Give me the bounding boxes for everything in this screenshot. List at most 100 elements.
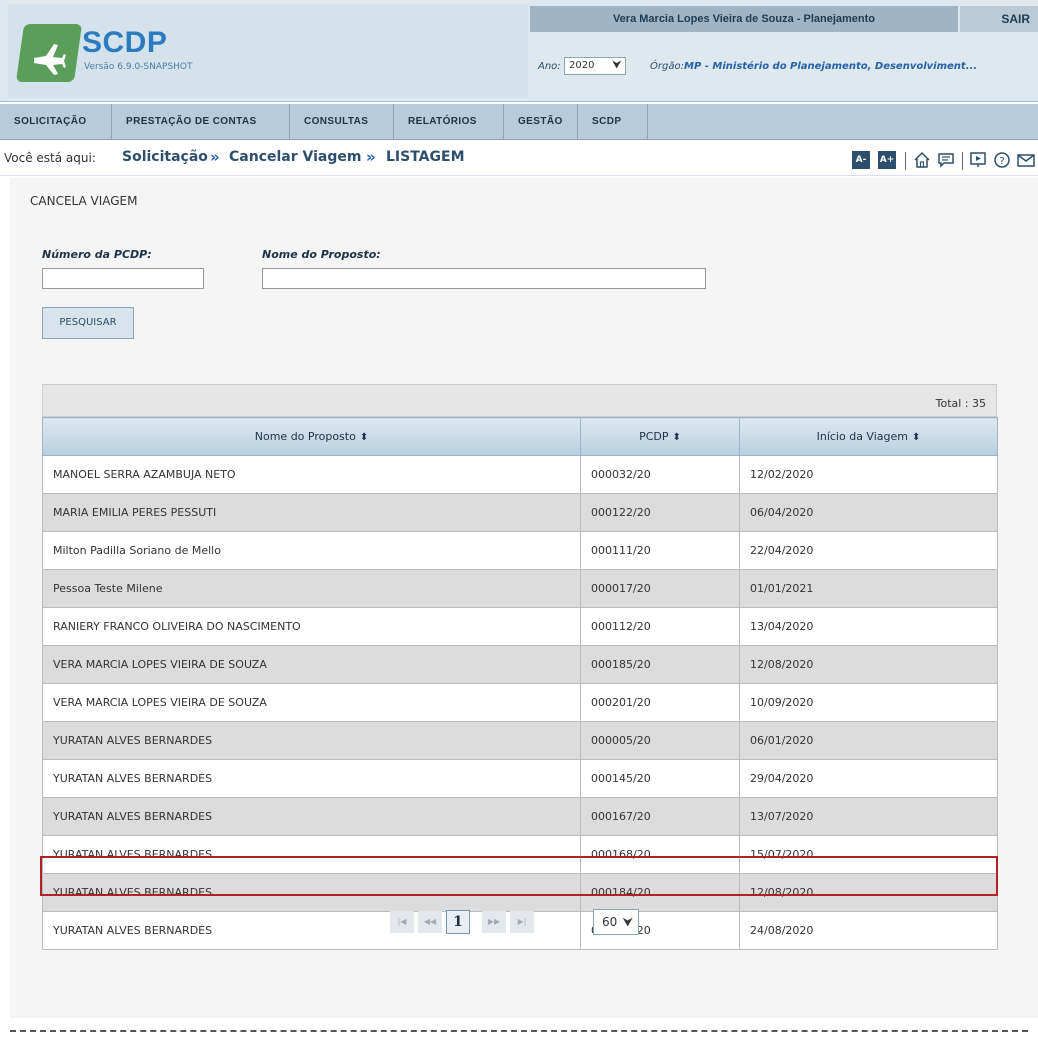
cell-inicio[interactable]: 13/07/2020 xyxy=(739,797,998,836)
mail-icon[interactable] xyxy=(1016,150,1036,170)
table-row[interactable]: MANOEL SERRA AZAMBUJA NETO 000032/20 12/02… xyxy=(42,455,998,494)
cell-inicio[interactable]: 13/04/2020 xyxy=(739,607,998,646)
cell-pcdp[interactable]: 000032/20 xyxy=(580,455,740,494)
cell-nome[interactable]: YURATAN ALVES BERNARDES xyxy=(42,721,581,760)
table-row[interactable]: RANIERY FRANCO OLIVEIRA DO NASCIMENTO 000… xyxy=(42,607,998,646)
page-size-select[interactable]: 60 ⮟ xyxy=(593,909,639,935)
chat-icon[interactable] xyxy=(936,150,956,170)
breadcrumb: Você está aqui: Solicitação » Cancelar V… xyxy=(0,142,1038,176)
pcdp-label: Número da PCDP: xyxy=(42,248,152,261)
cell-inicio[interactable]: 01/01/2021 xyxy=(739,569,998,608)
presentation-icon[interactable] xyxy=(968,150,988,170)
breadcrumb-listagem: LISTAGEM xyxy=(386,149,465,165)
current-page[interactable]: 1 xyxy=(446,910,470,934)
table-row[interactable]: YURATAN ALVES BERNARDES 000184/20 12/08/20… xyxy=(42,873,998,912)
cell-nome[interactable]: YURATAN ALVES BERNARDES xyxy=(42,759,581,798)
nav-item-gestao[interactable]: GESTÃO xyxy=(504,104,578,140)
cell-inicio[interactable]: 10/09/2020 xyxy=(739,683,998,722)
breadcrumb-cancelar-viagem[interactable]: Cancelar Viagem xyxy=(229,149,361,165)
sort-icon: ⬍ xyxy=(911,432,921,443)
cell-pcdp[interactable]: 000017/20 xyxy=(580,569,740,608)
first-page-icon[interactable]: |◀ xyxy=(390,911,414,933)
total-count: Total : 35 xyxy=(42,384,997,417)
main-content: CANCELA VIAGEM Número da PCDP: Nome do P… xyxy=(10,178,1038,1018)
cell-pcdp[interactable]: 000122/20 xyxy=(580,493,740,532)
column-header-nome[interactable]: Nome do Proposto ⬍ xyxy=(42,417,581,456)
column-header-inicio[interactable]: Início da Viagem ⬍ xyxy=(739,417,998,456)
table-row[interactable]: YURATAN ALVES BERNARDES 000145/20 29/04/20… xyxy=(42,759,998,798)
cell-pcdp[interactable]: 000145/20 xyxy=(580,759,740,798)
cell-inicio[interactable]: 24/08/2020 xyxy=(739,911,998,950)
last-page-icon[interactable]: ▶| xyxy=(510,911,534,933)
cell-inicio[interactable]: 12/02/2020 xyxy=(739,455,998,494)
chevron-right-icon: » xyxy=(366,148,376,166)
breadcrumb-solicitacao[interactable]: Solicitação xyxy=(122,149,208,165)
cell-nome[interactable]: VERA MARCIA LOPES VIEIRA DE SOUZA xyxy=(42,683,581,722)
next-page-icon[interactable]: ▶▶ xyxy=(482,911,506,933)
logo[interactable]: SCDP Versão 6.9.0-SNAPSHOT xyxy=(8,4,528,98)
cell-nome[interactable]: Pessoa Teste Milene xyxy=(42,569,581,608)
column-header-pcdp[interactable]: PCDP ⬍ xyxy=(580,417,740,456)
cell-inicio[interactable]: 15/07/2020 xyxy=(739,835,998,874)
chevron-down-icon: ⮟ xyxy=(612,60,622,71)
cell-pcdp[interactable]: 000184/20 xyxy=(580,873,740,912)
cell-nome[interactable]: MARIA EMILIA PERES PESSUTI xyxy=(42,493,581,532)
cell-pcdp[interactable]: 000185/20 xyxy=(580,645,740,684)
cell-nome[interactable]: MANOEL SERRA AZAMBUJA NETO xyxy=(42,455,581,494)
nav-item-solicitacao[interactable]: SOLICITAÇÃO xyxy=(0,104,112,140)
prev-page-icon[interactable]: ◀◀ xyxy=(418,911,442,933)
breadcrumb-prefix: Você está aqui: xyxy=(4,151,96,165)
table-row[interactable]: YURATAN ALVES BERNARDES 000167/20 13/07/20… xyxy=(42,797,998,836)
main-nav: SOLICITAÇÃO PRESTAÇÃO DE CONTAS CONSULTA… xyxy=(0,104,1038,140)
font-decrease-button[interactable]: A- xyxy=(852,151,870,169)
nav-item-consultas[interactable]: CONSULTAS xyxy=(290,104,394,140)
table-row[interactable]: VERA MARCIA LOPES VIEIRA DE SOUZA 000185/… xyxy=(42,645,998,684)
cell-nome[interactable]: YURATAN ALVES BERNARDES xyxy=(42,835,581,874)
app-version: Versão 6.9.0-SNAPSHOT xyxy=(84,62,193,72)
app-name: SCDP xyxy=(82,26,168,59)
toolbar-divider xyxy=(962,152,963,170)
cell-nome[interactable]: Milton Padilla Soriano de Mello xyxy=(42,531,581,570)
nav-item-prestacao-de-contas[interactable]: PRESTAÇÃO DE CONTAS xyxy=(112,104,290,140)
cell-inicio[interactable]: 12/08/2020 xyxy=(739,645,998,684)
cell-nome[interactable]: RANIERY FRANCO OLIVEIRA DO NASCIMENTO xyxy=(42,607,581,646)
cell-pcdp[interactable]: 000167/20 xyxy=(580,797,740,836)
table-row[interactable]: MARIA EMILIA PERES PESSUTI 000122/20 06/04… xyxy=(42,493,998,532)
results-table: Nome do Proposto ⬍ PCDP ⬍ Início da Viagem… xyxy=(42,417,998,950)
cell-pcdp[interactable]: 000168/20 xyxy=(580,835,740,874)
font-increase-button[interactable]: A+ xyxy=(878,151,896,169)
year-select[interactable]: 2020 ⮟ xyxy=(564,57,626,75)
home-icon[interactable] xyxy=(912,150,932,170)
name-input[interactable] xyxy=(262,268,706,289)
year-label: Ano: xyxy=(538,61,561,72)
pagination: |◀ ◀◀ 1 ▶▶ ▶| xyxy=(390,910,538,934)
help-icon[interactable]: ? xyxy=(992,150,1012,170)
cell-inicio[interactable]: 12/08/2020 xyxy=(739,873,998,912)
table-row-selected[interactable]: VERA MARCIA LOPES VIEIRA DE SOUZA 000201/… xyxy=(42,683,998,722)
nav-item-scdp[interactable]: SCDP xyxy=(578,104,648,140)
org-value[interactable]: MP - Ministério do Planejamento, Desenvo… xyxy=(684,61,977,72)
cell-nome[interactable]: YURATAN ALVES BERNARDES xyxy=(42,797,581,836)
cell-nome[interactable]: YURATAN ALVES BERNARDES xyxy=(42,873,581,912)
chevron-down-icon: ⮟ xyxy=(623,916,633,929)
table-row[interactable]: Milton Padilla Soriano de Mello 000111/20… xyxy=(42,531,998,570)
cell-pcdp[interactable]: 000005/20 xyxy=(580,721,740,760)
pcdp-input[interactable] xyxy=(42,268,204,289)
cell-nome[interactable]: VERA MARCIA LOPES VIEIRA DE SOUZA xyxy=(42,645,581,684)
results-table-wrapper: Total : 35 Nome do Proposto ⬍ PCDP ⬍ Iníci… xyxy=(42,384,998,950)
cell-pcdp[interactable]: 000112/20 xyxy=(580,607,740,646)
nav-item-relatorios[interactable]: RELATÓRIOS xyxy=(394,104,504,140)
table-row[interactable]: YURATAN ALVES BERNARDES 000005/20 06/01/20… xyxy=(42,721,998,760)
search-button[interactable]: PESQUISAR xyxy=(42,307,134,339)
page-divider xyxy=(10,1030,1028,1032)
cell-inicio[interactable]: 29/04/2020 xyxy=(739,759,998,798)
user-info: Vera Marcia Lopes Vieira de Souza - Plan… xyxy=(530,6,958,32)
table-row[interactable]: Pessoa Teste Milene 000017/20 01/01/2021 xyxy=(42,569,998,608)
cell-inicio[interactable]: 06/01/2020 xyxy=(739,721,998,760)
cell-inicio[interactable]: 22/04/2020 xyxy=(739,531,998,570)
table-row[interactable]: YURATAN ALVES BERNARDES 000168/20 15/07/20… xyxy=(42,835,998,874)
cell-pcdp[interactable]: 000201/20 xyxy=(580,683,740,722)
cell-pcdp[interactable]: 000111/20 xyxy=(580,531,740,570)
logout-button[interactable]: SAIR xyxy=(960,6,1038,32)
cell-inicio[interactable]: 06/04/2020 xyxy=(739,493,998,532)
